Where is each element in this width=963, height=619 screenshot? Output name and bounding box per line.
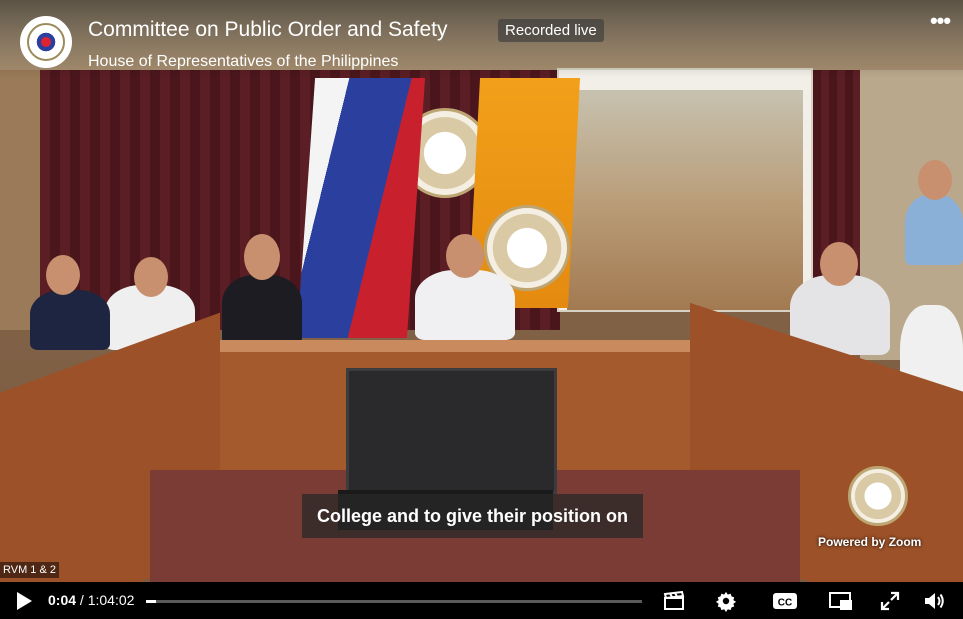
progress-bar[interactable] (146, 600, 642, 603)
recorded-live-badge: Recorded live (498, 19, 604, 42)
person-center (415, 270, 515, 340)
more-horizontal-icon: ••• (929, 8, 951, 33)
current-time: 0:04 (48, 592, 77, 608)
volume-button[interactable] (920, 582, 950, 619)
play-button[interactable] (10, 582, 38, 619)
video-player[interactable]: Committee on Public Order and Safety Rec… (0, 0, 963, 619)
house-seal-logo-icon (27, 23, 65, 61)
duration: 1:04:02 (87, 592, 135, 608)
picture-in-picture-icon (829, 591, 852, 610)
progress-fill (146, 600, 156, 603)
corner-seal-watermark (848, 466, 908, 526)
video-title[interactable]: Committee on Public Order and Safety (88, 18, 448, 42)
person-head (446, 234, 484, 278)
person-head (918, 160, 952, 200)
clapperboard-icon (663, 590, 685, 610)
person-standing (905, 195, 963, 265)
closed-captions-icon: CC (773, 592, 797, 609)
channel-name[interactable]: House of Representatives of the Philippi… (88, 53, 398, 71)
time-separator: / (76, 592, 88, 608)
chapters-button[interactable] (660, 582, 688, 619)
wall-left (0, 70, 40, 330)
person-center-left (222, 275, 302, 345)
settings-gear-icon (715, 591, 737, 612)
more-options-button[interactable]: ••• (926, 10, 954, 34)
person-head (46, 255, 80, 295)
closed-caption-text: College and to give their position on (302, 494, 644, 538)
person-left-1 (30, 290, 110, 350)
monitor-back (346, 368, 557, 494)
room-label: RVM 1 & 2 (0, 562, 59, 578)
picture-in-picture-button[interactable] (826, 582, 856, 619)
fullscreen-button[interactable] (876, 582, 904, 619)
person-head (244, 234, 280, 280)
time-display: 0:04 / 1:04:02 (48, 592, 134, 608)
channel-logo[interactable] (20, 16, 72, 68)
person-head (820, 242, 858, 286)
play-icon (17, 591, 32, 610)
projected-video (567, 90, 803, 310)
philippine-flag (296, 78, 426, 338)
settings-button[interactable] (712, 582, 740, 619)
title-bar: Committee on Public Order and Safety Rec… (0, 0, 963, 78)
player-controls: 0:04 / 1:04:02 CC (0, 582, 963, 619)
cc-label: CC (778, 597, 792, 608)
projection-screen (557, 68, 813, 312)
person-head (134, 257, 168, 297)
volume-icon (925, 592, 944, 609)
captions-button[interactable]: CC (770, 582, 800, 619)
fullscreen-icon (880, 591, 900, 610)
zoom-watermark: Powered by Zoom (818, 535, 922, 549)
